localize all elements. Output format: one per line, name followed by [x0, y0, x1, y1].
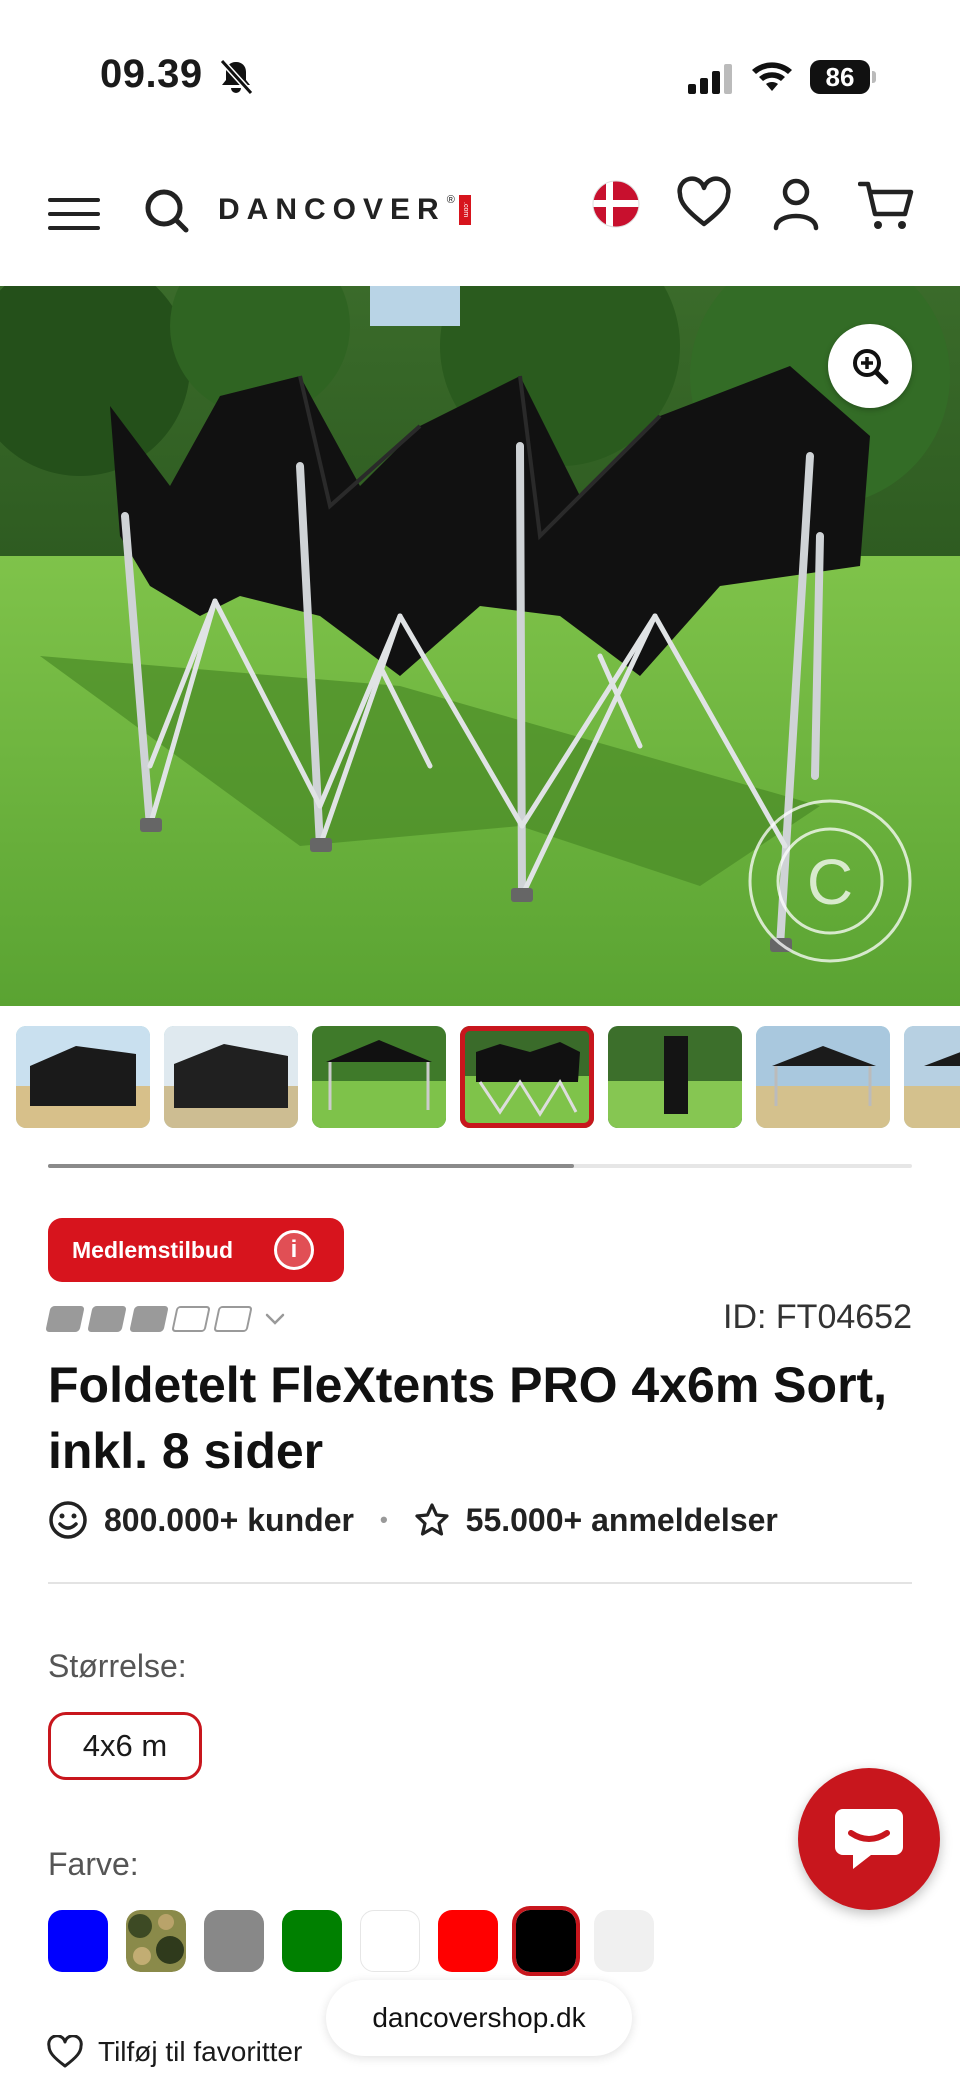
size-label: Størrelse:: [48, 1648, 187, 1684]
member-offer-badge[interactable]: Medlemstilbud i: [48, 1218, 344, 1282]
info-icon[interactable]: i: [274, 1230, 314, 1270]
reviews-count: 55.000+ anmeldelser: [465, 1501, 778, 1538]
color-swatch-white[interactable]: [360, 1910, 420, 1972]
signal-icon: [688, 64, 732, 94]
color-swatch-black-selected[interactable]: [512, 1906, 580, 1976]
thumbnail[interactable]: [756, 1026, 890, 1128]
search-icon[interactable]: [142, 180, 192, 240]
svg-text:C: C: [807, 846, 853, 918]
section-divider: [48, 1582, 912, 1584]
tent-photo: C: [0, 286, 960, 1006]
product-main-image[interactable]: C: [0, 286, 960, 1006]
color-swatch-green[interactable]: [282, 1910, 342, 1972]
color-swatch-red[interactable]: [438, 1910, 498, 1972]
color-swatch-blue[interactable]: [48, 1910, 108, 1972]
status-bar: 09.39 86: [0, 0, 960, 150]
member-offer-label: Medlemstilbud: [72, 1236, 234, 1263]
add-to-favorites-label: Tilføj til favoritter: [98, 2036, 303, 2067]
hamburger-menu-icon[interactable]: [46, 186, 102, 242]
color-swatch-grey[interactable]: [204, 1910, 264, 1972]
rating-bar[interactable]: [45, 1304, 286, 1334]
browser-address-bar[interactable]: dancovershop.dk: [326, 1980, 632, 2056]
separator-dot: •: [379, 1507, 388, 1532]
rating-segment-empty: [171, 1306, 211, 1332]
heart-outline-icon: [47, 2035, 83, 2068]
bell-muted-icon: [219, 58, 254, 96]
product-id: ID: FT04652: [723, 1298, 912, 1336]
battery-indicator: 86: [810, 60, 876, 94]
customers-count: 800.000+ kunder: [104, 1501, 354, 1538]
trust-stats: 800.000+ kunder • 55.000+ anmeldelser: [48, 1496, 778, 1544]
denmark-flag-icon[interactable]: [592, 180, 640, 228]
chat-bubble-icon: [835, 1809, 903, 1869]
thumbnail[interactable]: [164, 1026, 298, 1128]
add-to-favorites[interactable]: Tilføj til favoritter: [46, 2030, 302, 2074]
logo-registered-mark: ®: [446, 194, 455, 206]
user-account-icon[interactable]: [770, 176, 822, 232]
zoom-button[interactable]: [828, 324, 912, 408]
logo-tag: .com: [458, 195, 471, 225]
logo-text: DANCOVER: [218, 193, 446, 226]
product-title: Foldetelt FleXtents PRO 4x6m Sort, inkl.…: [48, 1357, 888, 1479]
rating-segment-filled: [87, 1306, 127, 1332]
status-time: 09.39: [100, 52, 203, 96]
thumbnail-scroll-track[interactable]: [48, 1164, 912, 1168]
battery-cap: [872, 71, 876, 83]
chat-button[interactable]: [798, 1768, 940, 1910]
color-label: Farve:: [48, 1846, 139, 1882]
thumbnail-strip[interactable]: [0, 1026, 960, 1128]
thumbnail[interactable]: [312, 1026, 446, 1128]
smiley-icon: [49, 1501, 87, 1539]
color-swatch-light-grey[interactable]: [594, 1910, 654, 1972]
battery-level: 86: [810, 60, 870, 94]
site-logo[interactable]: DANCOVER ® .com: [218, 188, 471, 232]
thumbnail[interactable]: [904, 1026, 960, 1128]
thumbnail-selected[interactable]: [460, 1026, 594, 1128]
color-swatch-camouflage[interactable]: [126, 1910, 186, 1972]
rating-segment-filled: [129, 1306, 169, 1332]
wifi-icon: [752, 62, 792, 91]
rating-segment-empty: [213, 1306, 253, 1332]
star-icon: [415, 1503, 449, 1536]
shopping-cart-icon[interactable]: [858, 178, 914, 232]
browser-url: dancovershop.dk: [372, 2002, 586, 2033]
thumbnail[interactable]: [16, 1026, 150, 1128]
site-header: DANCOVER ® .com: [0, 150, 960, 285]
zoom-in-icon: [853, 349, 889, 385]
heart-icon[interactable]: [676, 176, 732, 232]
rating-segment-filled: [45, 1306, 85, 1332]
size-option-selected[interactable]: 4x6 m: [48, 1712, 202, 1780]
thumbnail[interactable]: [608, 1026, 742, 1128]
thumbnail-scroll-thumb[interactable]: [48, 1164, 574, 1168]
chevron-down-icon[interactable]: [264, 1308, 286, 1330]
